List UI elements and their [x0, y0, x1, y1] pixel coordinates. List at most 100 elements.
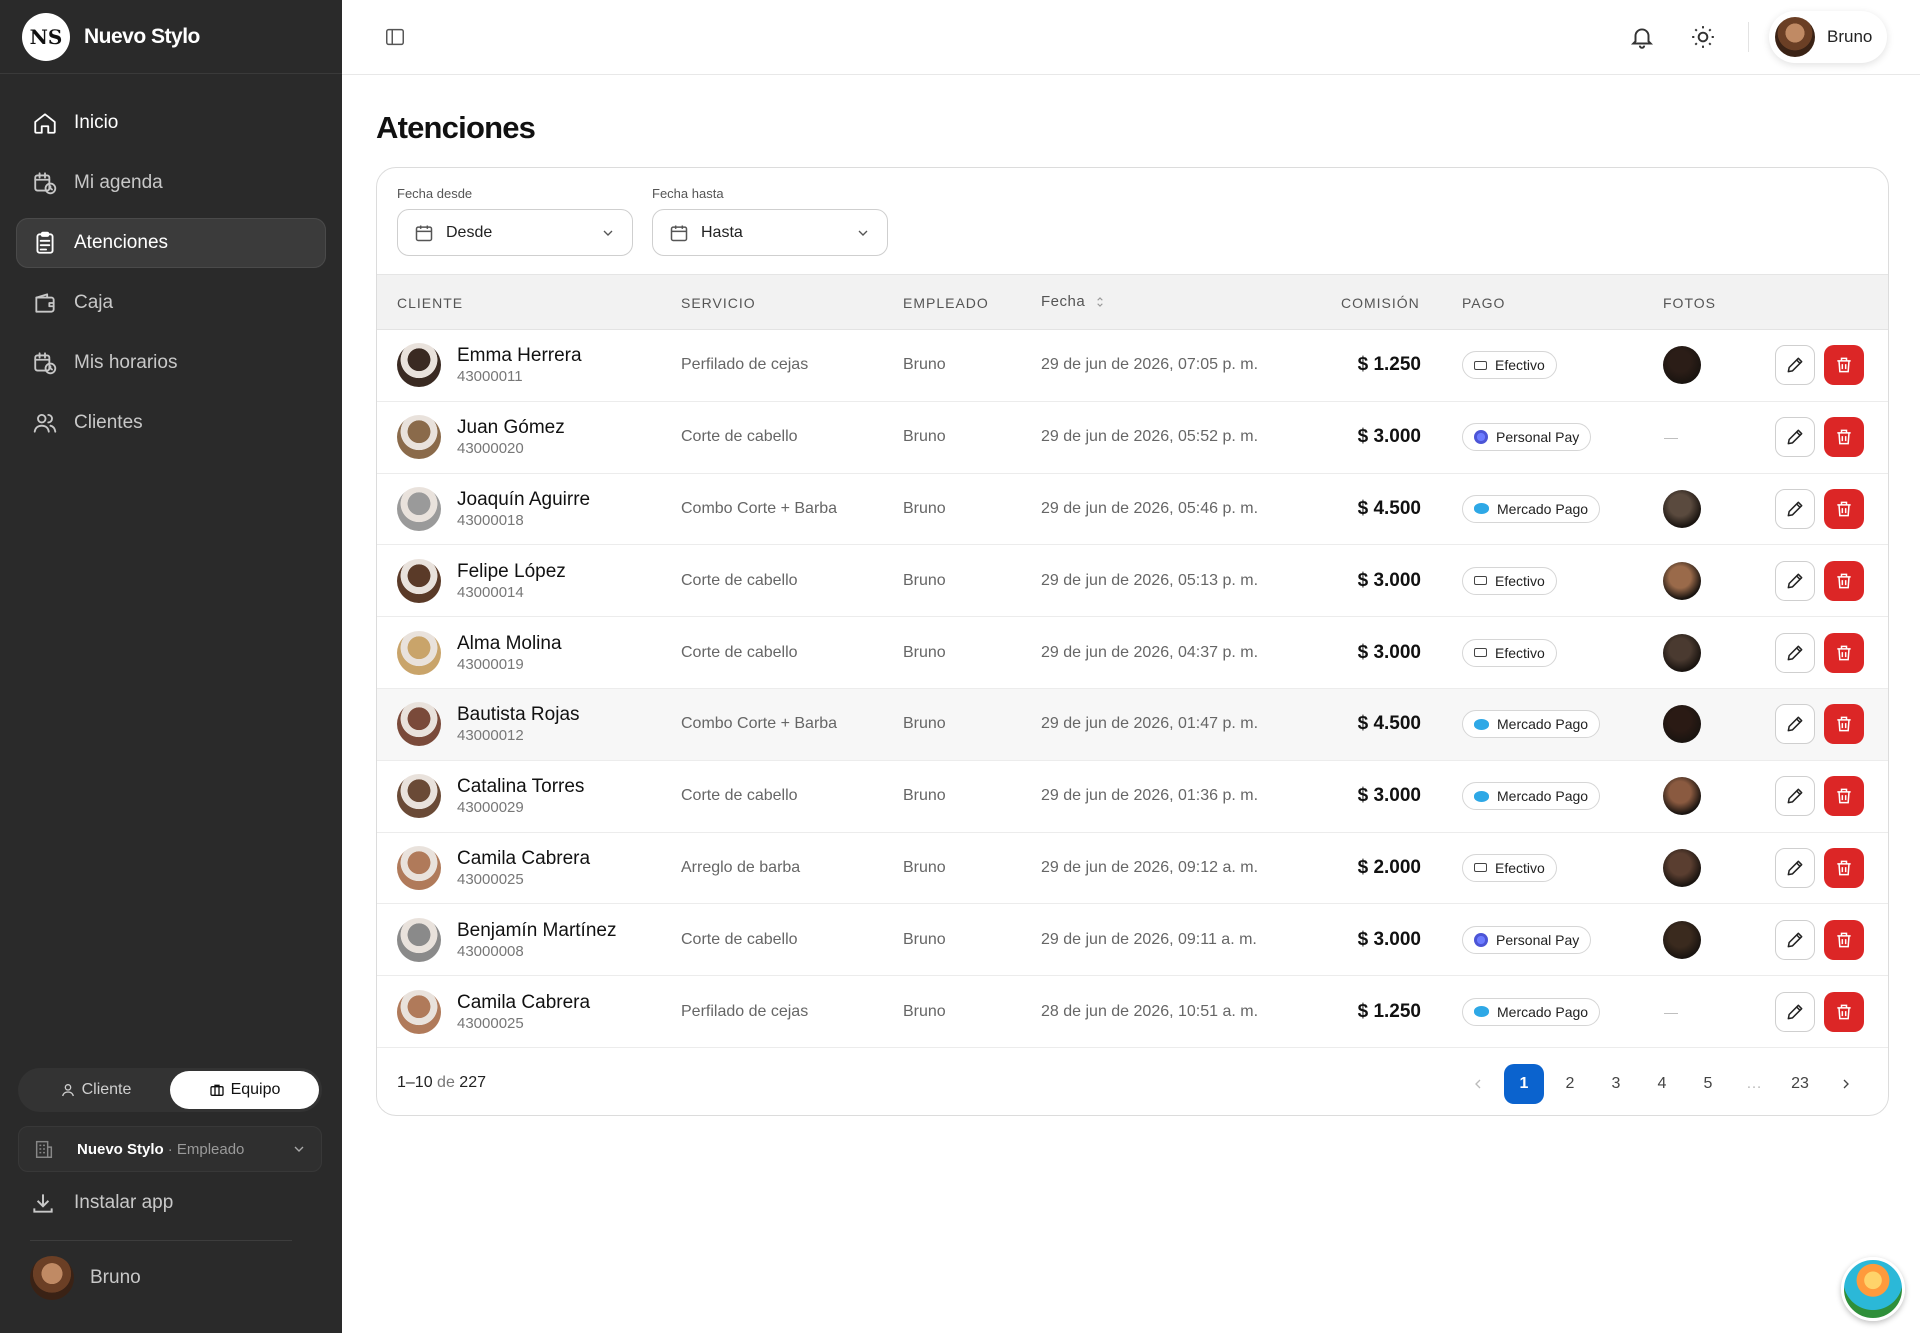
edit-button[interactable]	[1775, 991, 1815, 1032]
photo-thumbnail[interactable]	[1663, 561, 1701, 600]
photo-thumbnail[interactable]	[1663, 705, 1701, 744]
photo-thumbnail[interactable]	[1663, 633, 1701, 672]
payment-badge: Efectivo	[1462, 566, 1557, 595]
employee: Bruno	[903, 715, 946, 733]
org-selector[interactable]: Nuevo Stylo · Empleado	[18, 1126, 322, 1172]
sidebar-item-label: Atenciones	[74, 232, 169, 253]
sidebar-item-atenciones[interactable]: Atenciones	[16, 218, 326, 268]
sun-icon[interactable]	[1690, 24, 1716, 50]
payment-label: Efectivo	[1495, 859, 1545, 876]
divider	[1748, 22, 1749, 52]
user-menu-button[interactable]: Bruno	[1769, 11, 1887, 63]
table-row[interactable]: Alma Molina 43000019 Corte de cabello Bruno…	[377, 617, 1888, 689]
sidebar-item-mi-agenda[interactable]: Mi agenda	[16, 158, 326, 208]
edit-button[interactable]	[1775, 632, 1815, 673]
table-row[interactable]: Bautista Rojas 43000012 Combo Corte + Barb…	[377, 688, 1888, 761]
toggle-equipo[interactable]: Equipo	[170, 1071, 319, 1109]
photo-thumbnail[interactable]	[1663, 346, 1701, 385]
building-icon	[35, 1140, 53, 1158]
table-row[interactable]: Camila Cabrera 43000025 Perfilado de cejas…	[377, 976, 1888, 1048]
payment-label: Mercado Pago	[1497, 788, 1589, 805]
sidebar-user[interactable]: Bruno	[30, 1256, 141, 1300]
prev-page-button[interactable]	[1458, 1064, 1498, 1104]
date-from-picker[interactable]: Desde	[397, 209, 633, 256]
edit-button[interactable]	[1775, 417, 1815, 458]
delete-button[interactable]	[1824, 560, 1864, 601]
service: Corte de cabello	[681, 930, 798, 948]
client-name: Juan Gómez	[457, 417, 565, 439]
clipboard-icon	[32, 230, 58, 256]
page-button[interactable]: 23	[1780, 1064, 1820, 1104]
page-button[interactable]: 1	[1504, 1063, 1544, 1104]
page-button[interactable]: 4	[1642, 1064, 1682, 1104]
edit-button[interactable]	[1775, 704, 1815, 745]
client-avatar	[397, 917, 441, 962]
header-fecha-sort[interactable]: Fecha	[1041, 293, 1107, 310]
delete-button[interactable]	[1824, 417, 1864, 458]
delete-button[interactable]	[1824, 776, 1864, 817]
edit-button[interactable]	[1775, 488, 1815, 529]
delete-button[interactable]	[1824, 991, 1864, 1032]
date: 29 de jun de 2026, 04:37 p. m.	[1041, 643, 1259, 661]
client-cell: Felipe López 43000014	[457, 561, 566, 601]
edit-button[interactable]	[1775, 560, 1815, 601]
brand[interactable]: NS Nuevo Stylo	[0, 0, 342, 74]
edit-button[interactable]	[1775, 345, 1815, 386]
date-to-picker[interactable]: Hasta	[652, 209, 888, 256]
org-role: · Empleado	[167, 1140, 245, 1158]
briefcase-icon	[209, 1084, 224, 1096]
delete-button[interactable]	[1824, 345, 1864, 386]
client-id: 43000029	[457, 799, 524, 817]
next-page-button[interactable]	[1826, 1064, 1866, 1104]
pencil-icon	[1787, 645, 1803, 660]
page-button[interactable]: 3	[1596, 1064, 1636, 1104]
table-row[interactable]: Camila Cabrera 43000025 Arreglo de barba Br…	[377, 833, 1888, 905]
table-row[interactable]: Catalina Torres 43000029 Corte de cabello B…	[377, 761, 1888, 833]
trash-icon	[1837, 357, 1851, 373]
delete-button[interactable]	[1824, 919, 1864, 960]
service: Corte de cabello	[681, 787, 798, 805]
delete-button[interactable]	[1824, 632, 1864, 673]
page-button[interactable]: 2	[1550, 1064, 1590, 1104]
delete-button[interactable]	[1824, 488, 1864, 529]
sidebar-item-label: Mis horarios	[74, 352, 178, 373]
bell-icon[interactable]	[1629, 24, 1655, 50]
employee: Bruno	[903, 930, 946, 948]
edit-button[interactable]	[1775, 847, 1815, 888]
service: Corte de cabello	[681, 571, 798, 589]
floating-app-badge[interactable]	[1841, 1257, 1905, 1321]
toggle-cliente[interactable]: Cliente	[21, 1071, 170, 1109]
client-avatar	[397, 989, 441, 1034]
sidebar-item-mis-horarios[interactable]: Mis horarios	[16, 338, 326, 388]
sidebar-item-clientes[interactable]: Clientes	[16, 398, 326, 448]
service: Corte de cabello	[681, 643, 798, 661]
table-row[interactable]: Joaquín Aguirre 43000018 Combo Corte + Bar…	[377, 474, 1888, 546]
sidebar-toggle-icon[interactable]	[384, 26, 406, 48]
employee: Bruno	[903, 571, 946, 589]
header-fotos: FOTOS	[1663, 295, 1716, 311]
edit-button[interactable]	[1775, 776, 1815, 817]
table-row[interactable]: Benjamín Martínez 43000008 Corte de cabell…	[377, 904, 1888, 977]
client-name: Felipe López	[457, 560, 566, 582]
table-row[interactable]: Felipe López 43000014 Corte de cabello Brun…	[377, 545, 1888, 618]
payment-cell: Mercado Pago	[1462, 997, 1601, 1026]
page-button[interactable]: 5	[1688, 1064, 1728, 1104]
photo-thumbnail[interactable]	[1663, 777, 1701, 816]
commission: $ 3.000	[1357, 569, 1421, 591]
date-to-value: Hasta	[701, 223, 743, 241]
delete-button[interactable]	[1824, 704, 1864, 745]
pagination: 1 2 3 4 5… 23	[1452, 1063, 1866, 1104]
delete-button[interactable]	[1824, 847, 1864, 888]
table-row[interactable]: Juan Gómez 43000020 Corte de cabello Bruno 2…	[377, 402, 1888, 474]
photo-thumbnail[interactable]	[1663, 489, 1701, 528]
edit-button[interactable]	[1775, 919, 1815, 960]
sidebar-item-inicio[interactable]: Inicio	[16, 98, 326, 148]
install-app-button[interactable]: Instalar app	[30, 1190, 173, 1216]
client-name: Joaquín Aguirre	[457, 488, 591, 510]
photo-thumbnail[interactable]	[1663, 848, 1701, 887]
date: 29 de jun de 2026, 05:13 p. m.	[1041, 571, 1259, 589]
table-row[interactable]: Emma Herrera 43000011 Perfilado de cejas Br…	[377, 330, 1888, 402]
commission: $ 3.000	[1357, 641, 1421, 663]
sidebar-item-caja[interactable]: Caja	[16, 278, 326, 328]
photo-thumbnail[interactable]	[1663, 920, 1701, 959]
